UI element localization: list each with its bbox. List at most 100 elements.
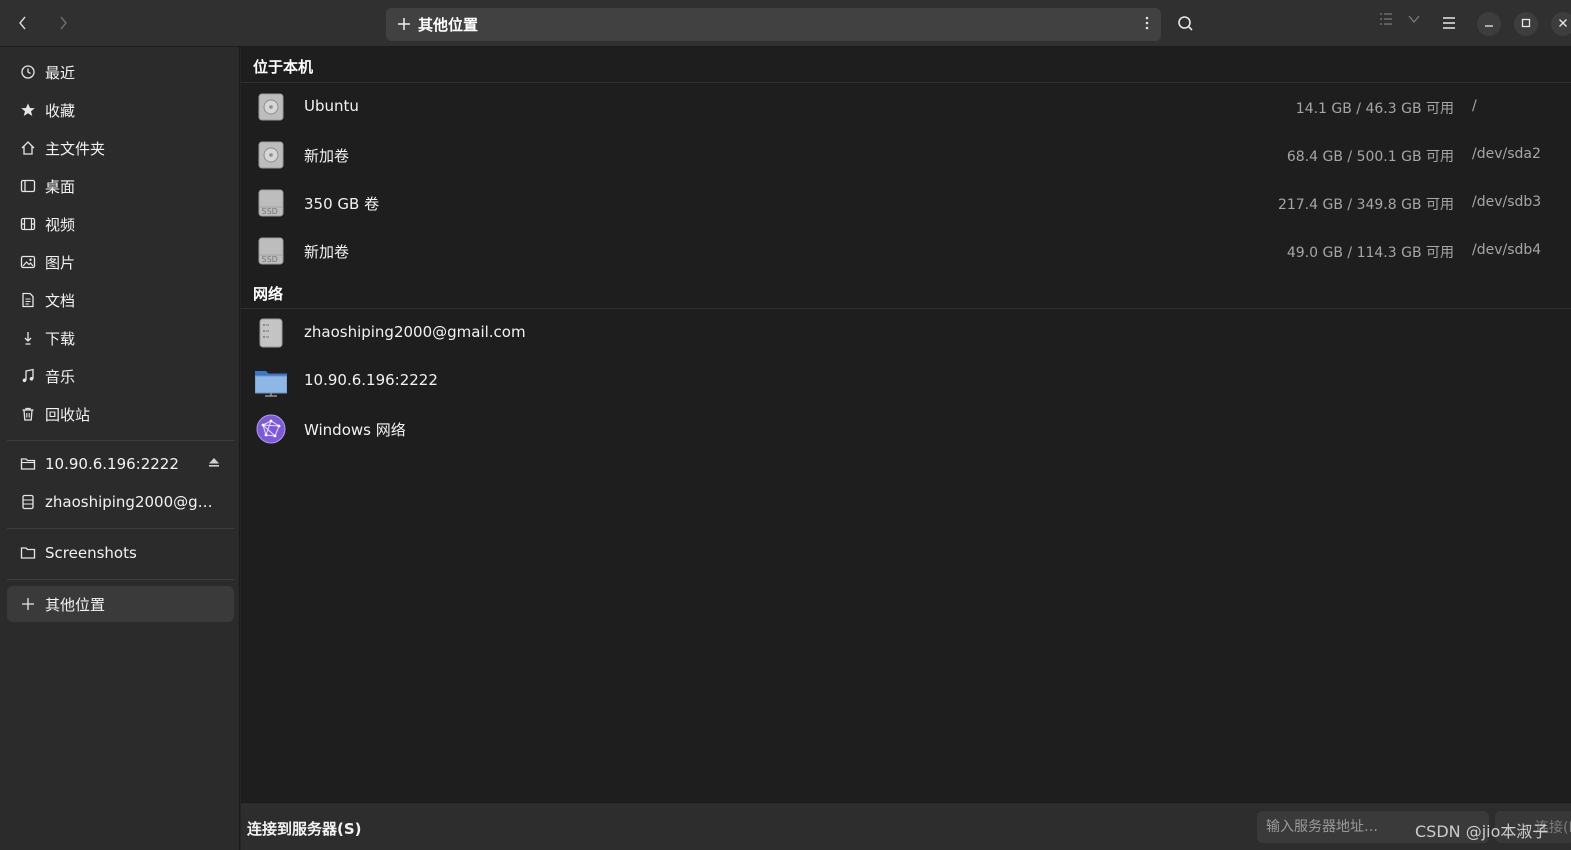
close-button[interactable] bbox=[1551, 12, 1571, 36]
close-icon bbox=[1558, 17, 1568, 32]
volume-path: /dev/sda2 bbox=[1472, 146, 1541, 162]
download-icon bbox=[19, 329, 37, 347]
sidebar-item-pictures[interactable]: 图片 bbox=[7, 244, 234, 280]
video-icon bbox=[19, 215, 37, 233]
sidebar-divider bbox=[7, 528, 234, 529]
server-address-input[interactable] bbox=[1257, 811, 1489, 843]
sidebar-item-label: 图片 bbox=[45, 253, 76, 272]
volume-row[interactable]: SSD 新加卷 49.0 GB / 114.3 GB 可用 /dev/sdb4 bbox=[241, 227, 1571, 275]
sidebar-divider bbox=[7, 579, 234, 580]
search-icon bbox=[1172, 16, 1200, 42]
volume-path: /dev/sdb3 bbox=[1472, 194, 1542, 210]
plus-icon bbox=[398, 14, 410, 35]
search-button[interactable] bbox=[1172, 10, 1200, 38]
sidebar-item-music[interactable]: 音乐 bbox=[7, 358, 234, 394]
connect-button[interactable]: 连接(N) bbox=[1495, 811, 1571, 843]
header-bar: 其他位置 bbox=[0, 0, 1571, 47]
desktop-icon bbox=[19, 177, 37, 195]
other-locations-view: 位于本机 Ubuntu 14.1 GB / 46.3 GB 可用 / 新加卷 6… bbox=[241, 47, 1571, 802]
network-folder-icon bbox=[254, 365, 288, 397]
network-row[interactable]: zhaoshiping2000@gmail.com bbox=[241, 309, 1571, 357]
sidebar-item-label: 最近 bbox=[45, 63, 76, 82]
sidebar-item-videos[interactable]: 视频 bbox=[7, 206, 234, 242]
sidebar-item-recent[interactable]: 最近 bbox=[7, 54, 234, 90]
volume-usage: 217.4 GB / 349.8 GB 可用 bbox=[1277, 197, 1454, 213]
sidebar-item-starred[interactable]: 收藏 bbox=[7, 92, 234, 128]
sidebar-item-label: 下载 bbox=[45, 329, 76, 348]
chevron-down-icon[interactable] bbox=[1407, 12, 1421, 30]
server-icon bbox=[19, 493, 37, 511]
eject-icon[interactable] bbox=[208, 456, 220, 471]
minimize-icon bbox=[1484, 17, 1494, 32]
minimize-button[interactable] bbox=[1477, 12, 1501, 36]
sidebar-item-home[interactable]: 主文件夹 bbox=[7, 130, 234, 166]
volume-row[interactable]: SSD 350 GB 卷 217.4 GB / 349.8 GB 可用 /dev… bbox=[241, 179, 1571, 227]
trash-icon bbox=[19, 405, 37, 423]
volume-row[interactable]: Ubuntu 14.1 GB / 46.3 GB 可用 / bbox=[241, 83, 1571, 131]
folder-icon bbox=[19, 544, 37, 562]
hdd-icon bbox=[255, 91, 287, 123]
volume-name: 新加卷 bbox=[304, 243, 350, 261]
sidebar-item-label: 主文件夹 bbox=[45, 139, 106, 158]
back-button[interactable] bbox=[9, 10, 37, 38]
location-pathbar[interactable]: 其他位置 bbox=[386, 8, 1161, 41]
sidebar-item-label: 音乐 bbox=[45, 367, 76, 386]
sidebar-item-other-locations[interactable]: 其他位置 bbox=[7, 586, 234, 622]
sidebar-item-label: Screenshots bbox=[45, 544, 137, 562]
volume-usage: 68.4 GB / 500.1 GB 可用 bbox=[1286, 149, 1454, 165]
sidebar-item-downloads[interactable]: 下载 bbox=[7, 320, 234, 356]
volume-row[interactable]: 新加卷 68.4 GB / 500.1 GB 可用 /dev/sda2 bbox=[241, 131, 1571, 179]
network-name: 10.90.6.196:2222 bbox=[304, 371, 438, 389]
vertical-dots-icon[interactable] bbox=[1145, 15, 1149, 34]
maximize-icon bbox=[1521, 17, 1531, 32]
sidebar: 最近 收藏 主文件夹 桌面 视频 图片 文档 下载 音乐 回收站 10.90.6… bbox=[0, 47, 240, 850]
network-name: Windows 网络 bbox=[304, 421, 406, 439]
section-title-network: 网络 bbox=[253, 285, 284, 303]
sidebar-item-mount-sftp[interactable]: 10.90.6.196:2222 bbox=[7, 446, 234, 482]
chevron-left-icon bbox=[18, 14, 28, 35]
sidebar-item-label: 视频 bbox=[45, 215, 76, 234]
sidebar-item-label: zhaoshiping2000@gmail.com bbox=[45, 493, 220, 511]
volume-path: / bbox=[1472, 98, 1477, 114]
svg-text:SSD: SSD bbox=[262, 255, 278, 264]
volume-usage: 14.1 GB / 46.3 GB 可用 bbox=[1295, 101, 1454, 117]
network-row[interactable]: Windows 网络 bbox=[241, 405, 1571, 453]
svg-text:SSD: SSD bbox=[262, 207, 278, 216]
volume-name: Ubuntu bbox=[304, 97, 359, 115]
plus-icon bbox=[19, 595, 37, 613]
maximize-button[interactable] bbox=[1514, 12, 1538, 36]
sidebar-item-documents[interactable]: 文档 bbox=[7, 282, 234, 318]
sidebar-item-label: 回收站 bbox=[45, 405, 91, 424]
sidebar-item-label: 桌面 bbox=[45, 177, 76, 196]
sidebar-item-label: 其他位置 bbox=[45, 595, 106, 614]
star-icon bbox=[19, 101, 37, 119]
windows-network-icon bbox=[255, 413, 287, 445]
image-icon bbox=[19, 253, 37, 271]
path-label: 其他位置 bbox=[418, 16, 479, 34]
music-icon bbox=[19, 367, 37, 385]
sidebar-item-mount-google[interactable]: zhaoshiping2000@gmail.com bbox=[7, 484, 234, 520]
volume-path: /dev/sdb4 bbox=[1472, 242, 1542, 258]
server-icon bbox=[255, 317, 287, 349]
ssd-icon: SSD bbox=[255, 187, 287, 219]
sidebar-item-trash[interactable]: 回收站 bbox=[7, 396, 234, 432]
hdd-icon bbox=[255, 139, 287, 171]
folder-network-icon bbox=[19, 455, 37, 473]
sidebar-item-screenshots[interactable]: Screenshots bbox=[7, 535, 234, 571]
network-row[interactable]: 10.90.6.196:2222 bbox=[241, 357, 1571, 405]
section-title-local: 位于本机 bbox=[253, 58, 314, 76]
sidebar-divider bbox=[7, 440, 234, 441]
sidebar-item-label: 10.90.6.196:2222 bbox=[45, 455, 179, 473]
document-icon bbox=[19, 291, 37, 309]
ssd-icon: SSD bbox=[255, 235, 287, 267]
hamburger-menu-icon[interactable] bbox=[1438, 12, 1460, 34]
sidebar-item-label: 文档 bbox=[45, 291, 76, 310]
forward-button[interactable] bbox=[49, 10, 77, 38]
sidebar-item-desktop[interactable]: 桌面 bbox=[7, 168, 234, 204]
volume-name: 新加卷 bbox=[304, 147, 350, 165]
clock-icon bbox=[19, 63, 37, 81]
list-view-icon[interactable] bbox=[1379, 12, 1393, 30]
connect-to-server-bar: 连接到服务器(S) 连接(N) bbox=[241, 802, 1571, 850]
volume-name: 350 GB 卷 bbox=[304, 195, 380, 213]
chevron-right-icon bbox=[58, 14, 68, 35]
